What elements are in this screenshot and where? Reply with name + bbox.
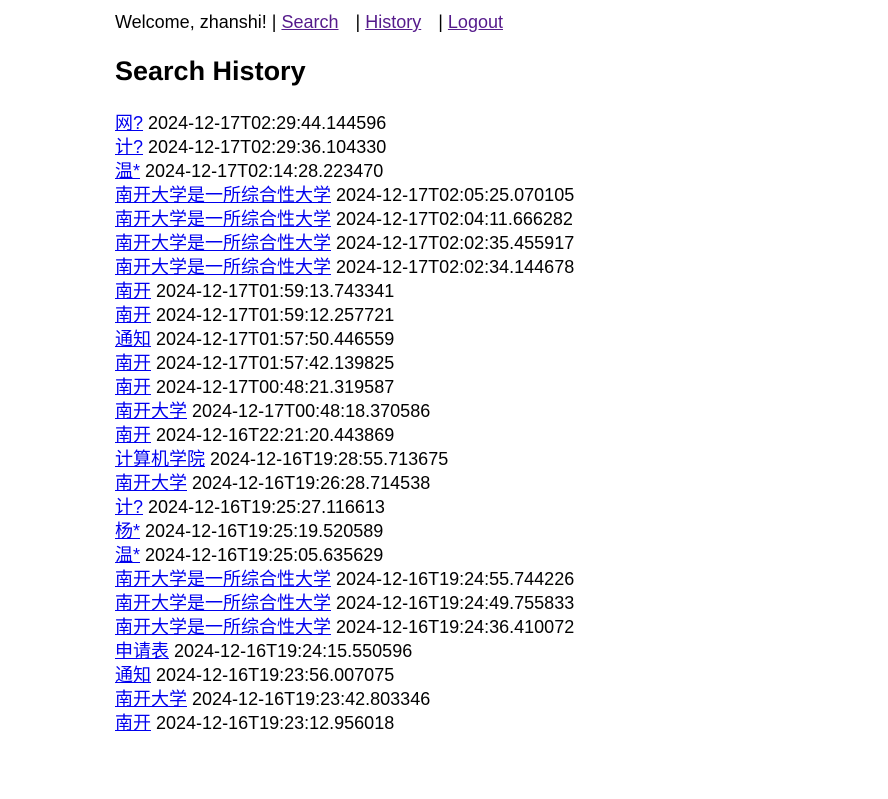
history-item: 南开 2024-12-17T01:59:12.257721 (115, 303, 574, 327)
history-timestamp: 2024-12-17T02:05:25.070105 (336, 185, 575, 205)
history-item: 南开大学是一所综合性大学 2024-12-16T19:24:49.755833 (115, 591, 574, 615)
history-query-link[interactable]: 南开 (115, 425, 151, 445)
history-query-link[interactable]: 南开 (115, 281, 151, 301)
history-item: 申请表 2024-12-16T19:24:15.550596 (115, 639, 574, 663)
history-timestamp: 2024-12-16T19:23:56.007075 (156, 665, 395, 685)
history-query-link[interactable]: 南开大学是一所综合性大学 (115, 257, 331, 277)
history-query-link[interactable]: 南开大学 (115, 401, 187, 421)
history-item: 温* 2024-12-16T19:25:05.635629 (115, 543, 574, 567)
top-nav: Welcome, zhanshi! | Search | History | Log… (115, 10, 855, 34)
history-timestamp: 2024-12-17T02:04:11.666282 (336, 209, 573, 229)
history-item: 网? 2024-12-17T02:29:44.144596 (115, 111, 574, 135)
history-timestamp: 2024-12-16T19:24:55.744226 (336, 569, 575, 589)
history-timestamp: 2024-12-16T19:25:19.520589 (145, 521, 384, 541)
nav-separator: | (438, 12, 443, 32)
history-query-link[interactable]: 南开大学是一所综合性大学 (115, 569, 331, 589)
history-timestamp: 2024-12-17T01:57:50.446559 (156, 329, 395, 349)
nav-separator: | (271, 12, 277, 32)
history-timestamp: 2024-12-16T19:28:55.713675 (210, 449, 449, 469)
history-item: 南开 2024-12-17T01:57:42.139825 (115, 351, 574, 375)
history-item: 计算机学院 2024-12-16T19:28:55.713675 (115, 447, 574, 471)
history-item: 南开大学 2024-12-16T19:23:42.803346 (115, 687, 574, 711)
history-query-link[interactable]: 南开大学是一所综合性大学 (115, 593, 331, 613)
history-link[interactable]: History (365, 12, 421, 32)
history-timestamp: 2024-12-17T02:29:36.104330 (148, 137, 387, 157)
history-timestamp: 2024-12-17T02:02:35.455917 (336, 233, 575, 253)
history-item: 温* 2024-12-17T02:14:28.223470 (115, 159, 574, 183)
history-item: 南开大学是一所综合性大学 2024-12-17T02:04:11.666282 (115, 207, 574, 231)
history-timestamp: 2024-12-17T02:14:28.223470 (145, 161, 384, 181)
history-item: 南开 2024-12-17T00:48:21.319587 (115, 375, 574, 399)
history-query-link[interactable]: 网? (115, 113, 143, 133)
nav-separator: | (355, 12, 361, 32)
history-timestamp: 2024-12-16T19:23:12.956018 (156, 713, 395, 733)
history-query-link[interactable]: 南开 (115, 305, 151, 325)
history-item: 南开 2024-12-16T19:23:12.956018 (115, 711, 574, 735)
history-timestamp: 2024-12-17T02:02:34.144678 (336, 257, 575, 277)
history-query-link[interactable]: 计? (115, 497, 143, 517)
history-query-link[interactable]: 通知 (115, 665, 151, 685)
history-query-link[interactable]: 南开大学是一所综合性大学 (115, 617, 331, 637)
history-query-link[interactable]: 南开大学是一所综合性大学 (115, 209, 331, 229)
search-link[interactable]: Search (281, 12, 338, 32)
history-item: 计? 2024-12-16T19:25:27.116613 (115, 495, 574, 519)
history-query-link[interactable]: 温* (115, 161, 140, 181)
history-item: 南开大学是一所综合性大学 2024-12-17T02:02:35.455917 (115, 231, 574, 255)
history-query-link[interactable]: 计? (115, 137, 143, 157)
history-item: 通知 2024-12-17T01:57:50.446559 (115, 327, 574, 351)
history-query-link[interactable]: 温* (115, 545, 140, 565)
search-history-list: 网? 2024-12-17T02:29:44.144596 计? 2024-12-… (115, 111, 574, 735)
welcome-text: Welcome, zhanshi! (115, 12, 267, 32)
history-query-link[interactable]: 南开大学 (115, 473, 187, 493)
history-timestamp: 2024-12-17T01:57:42.139825 (156, 353, 395, 373)
history-item: 南开大学是一所综合性大学 2024-12-17T02:05:25.070105 (115, 183, 574, 207)
history-timestamp: 2024-12-16T19:26:28.714538 (192, 473, 431, 493)
page-title: Search History (115, 56, 306, 86)
history-query-link[interactable]: 南开大学是一所综合性大学 (115, 233, 331, 253)
history-query-link[interactable]: 南开 (115, 377, 151, 397)
history-query-link[interactable]: 南开 (115, 713, 151, 733)
history-timestamp: 2024-12-16T19:24:36.410072 (336, 617, 575, 637)
history-query-link[interactable]: 申请表 (115, 641, 169, 661)
history-query-link[interactable]: 计算机学院 (115, 449, 205, 469)
history-item: 南开大学 2024-12-17T00:48:18.370586 (115, 399, 574, 423)
history-timestamp: 2024-12-16T19:25:27.116613 (148, 497, 385, 517)
history-item: 南开 2024-12-16T22:21:20.443869 (115, 423, 574, 447)
history-query-link[interactable]: 南开大学 (115, 689, 187, 709)
history-item: 南开大学是一所综合性大学 2024-12-16T19:24:55.744226 (115, 567, 574, 591)
history-timestamp: 2024-12-17T00:48:18.370586 (192, 401, 431, 421)
history-timestamp: 2024-12-16T19:25:05.635629 (145, 545, 384, 565)
logout-link[interactable]: Logout (448, 12, 503, 32)
history-timestamp: 2024-12-17T01:59:12.257721 (156, 305, 395, 325)
history-item: 南开大学是一所综合性大学 2024-12-17T02:02:34.144678 (115, 255, 574, 279)
history-item: 南开大学是一所综合性大学 2024-12-16T19:24:36.410072 (115, 615, 574, 639)
history-timestamp: 2024-12-17T02:29:44.144596 (148, 113, 387, 133)
history-item: 计? 2024-12-17T02:29:36.104330 (115, 135, 574, 159)
history-timestamp: 2024-12-16T19:23:42.803346 (192, 689, 431, 709)
history-timestamp: 2024-12-16T19:24:49.755833 (336, 593, 575, 613)
history-timestamp: 2024-12-16T19:24:15.550596 (174, 641, 413, 661)
history-query-link[interactable]: 南开 (115, 353, 151, 373)
history-query-link[interactable]: 杨* (115, 521, 140, 541)
history-timestamp: 2024-12-16T22:21:20.443869 (156, 425, 395, 445)
history-item: 南开大学 2024-12-16T19:26:28.714538 (115, 471, 574, 495)
history-item: 通知 2024-12-16T19:23:56.007075 (115, 663, 574, 687)
history-item: 南开 2024-12-17T01:59:13.743341 (115, 279, 574, 303)
history-query-link[interactable]: 南开大学是一所综合性大学 (115, 185, 331, 205)
history-timestamp: 2024-12-17T00:48:21.319587 (156, 377, 395, 397)
history-timestamp: 2024-12-17T01:59:13.743341 (156, 281, 395, 301)
page-container: Welcome, zhanshi! | Search | History | Log… (115, 10, 855, 733)
history-query-link[interactable]: 通知 (115, 329, 151, 349)
history-item: 杨* 2024-12-16T19:25:19.520589 (115, 519, 574, 543)
